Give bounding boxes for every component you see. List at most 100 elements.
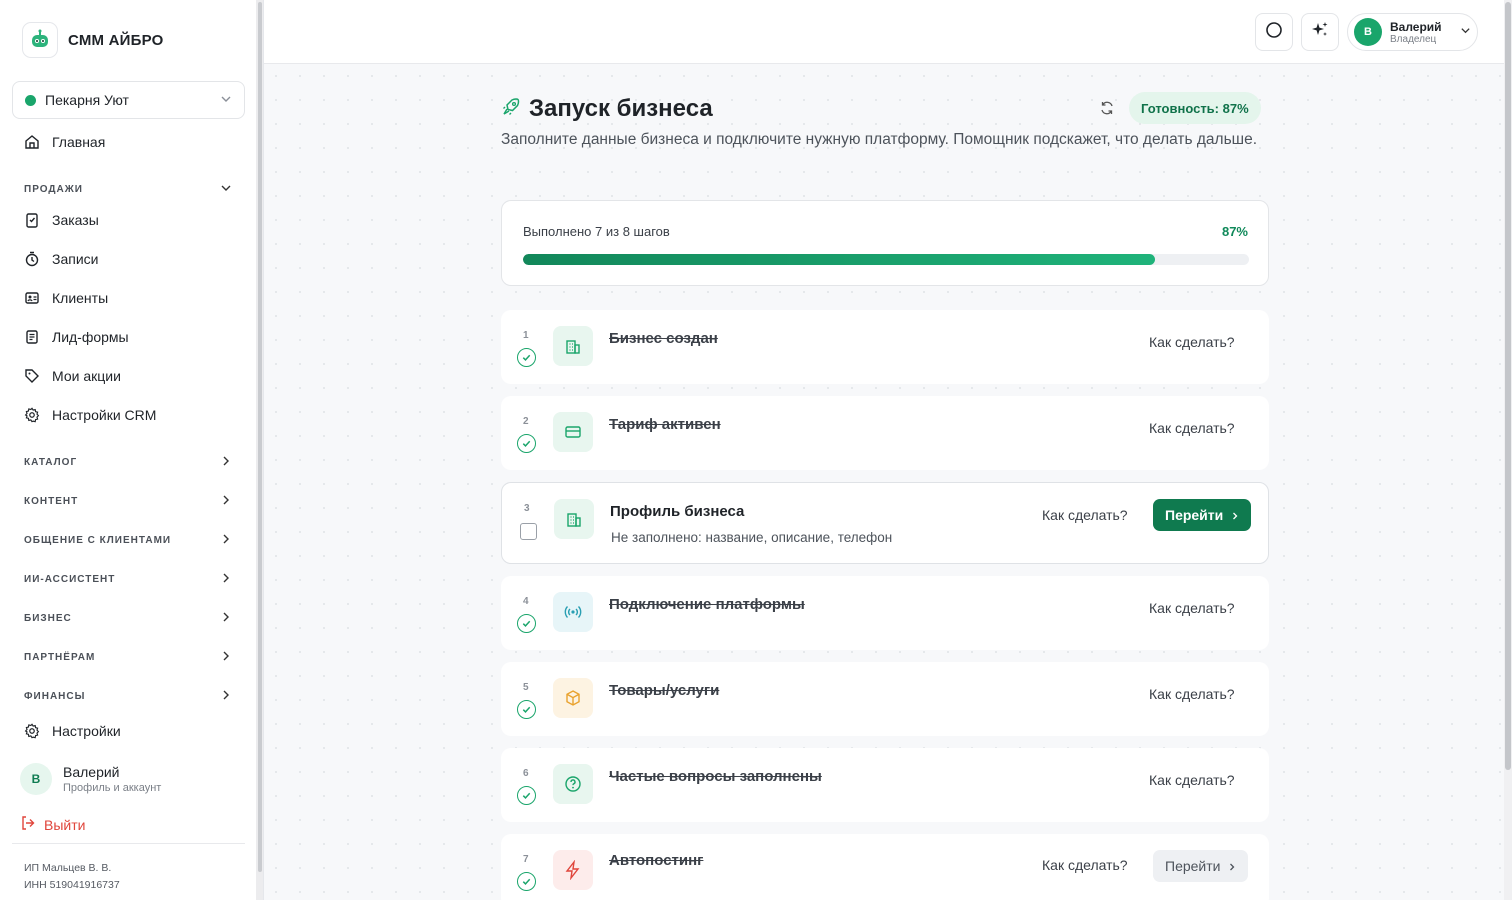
how-to-link[interactable]: Как сделать?	[1149, 686, 1235, 702]
step-checkbox[interactable]	[520, 523, 537, 540]
tag-icon	[24, 368, 40, 384]
logout-button[interactable]: Выйти	[20, 815, 85, 834]
progress-card: Выполнено 7 из 8 шагов 87%	[501, 200, 1269, 286]
go-button[interactable]: Перейти	[1153, 850, 1249, 882]
section-content[interactable]: КОНТЕНТ	[24, 494, 232, 509]
section-catalog[interactable]: КАТАЛОГ	[24, 455, 232, 470]
readiness-badge: Готовность: 87%	[1129, 92, 1261, 124]
nav-promotions[interactable]: Мои акции	[24, 368, 121, 384]
chevron-right-icon	[220, 689, 232, 704]
nav-lead-forms[interactable]: Лид-формы	[24, 329, 129, 345]
section-partners[interactable]: ПАРТНЁРАМ	[24, 650, 232, 665]
user-name: Валерий	[1390, 19, 1442, 34]
refresh-button[interactable]	[1097, 98, 1117, 118]
broadcast-icon	[553, 592, 593, 632]
section-communication[interactable]: ОБЩЕНИЕ С КЛИЕНТАМИ	[24, 533, 232, 548]
progress-percent: 87%	[1221, 224, 1248, 239]
how-to-link[interactable]: Как сделать?	[1042, 857, 1128, 873]
step-title: Частые вопросы заполнены	[609, 768, 822, 785]
section-finance[interactable]: ФИНАНСЫ	[24, 689, 232, 704]
section-label: КАТАЛОГ	[24, 457, 78, 468]
go-button-label: Перейти	[1165, 858, 1221, 874]
go-button-label: Перейти	[1165, 507, 1224, 523]
nav-home[interactable]: Главная	[24, 134, 105, 150]
brand[interactable]: СММ АЙБРО	[22, 22, 163, 58]
nav-promotions-label: Мои акции	[52, 368, 121, 384]
step-title: Автопостинг	[609, 852, 704, 869]
form-icon	[24, 329, 40, 345]
how-to-link[interactable]: Как сделать?	[1042, 507, 1128, 523]
theme-toggle-button[interactable]	[1255, 13, 1293, 51]
user-menu[interactable]: В Валерий Владелец	[1347, 13, 1478, 51]
nav-appointments[interactable]: Записи	[24, 251, 98, 267]
main-content: Запуск бизнеса Готовность: 87% Заполните…	[264, 64, 1504, 900]
user-role: Владелец	[1390, 33, 1437, 45]
how-to-link[interactable]: Как сделать?	[1149, 420, 1235, 436]
sidebar-user-profile[interactable]: В Валерий Профиль и аккаунт	[20, 763, 161, 795]
chevron-right-icon	[220, 650, 232, 665]
check-circle-icon	[517, 872, 536, 891]
check-circle-icon	[517, 348, 536, 367]
how-to-link[interactable]: Как сделать?	[1149, 334, 1235, 350]
main-scrollbar[interactable]	[1504, 0, 1512, 900]
page-header: Запуск бизнеса Готовность: 87%	[501, 92, 1269, 124]
nav-clients[interactable]: Клиенты	[24, 290, 108, 306]
legal-line: ИП Мальцев В. В.	[24, 862, 112, 874]
page-title: Запуск бизнеса	[529, 95, 713, 122]
nav-lead-forms-label: Лид-формы	[52, 329, 129, 345]
section-ai-assistant[interactable]: ИИ-АССИСТЕНТ	[24, 572, 232, 587]
chevron-down-icon	[220, 182, 232, 197]
how-to-link[interactable]: Как сделать?	[1149, 600, 1235, 616]
step-description: Не заполнено: название, описание, телефо…	[611, 530, 893, 545]
scrollbar-thumb[interactable]	[1505, 2, 1511, 770]
legal-info: ИП Мальцев В. В. ИНН 519041916737	[24, 860, 120, 894]
user-subtitle: Профиль и аккаунт	[63, 782, 162, 794]
nav-crm-settings[interactable]: Настройки CRM	[24, 407, 156, 423]
sidebar-scrollbar[interactable]	[256, 0, 264, 900]
chevron-right-icon	[220, 494, 232, 509]
contact-card-icon	[24, 290, 40, 306]
section-sales[interactable]: ПРОДАЖИ	[24, 182, 232, 197]
avatar: В	[20, 763, 52, 795]
building-icon	[553, 326, 593, 366]
step-number: 6	[523, 768, 529, 779]
step-number: 3	[524, 503, 530, 514]
nav-crm-settings-label: Настройки CRM	[52, 407, 157, 423]
step-title: Подключение платформы	[609, 596, 805, 613]
scrollbar-thumb[interactable]	[258, 2, 262, 872]
how-to-link[interactable]: Как сделать?	[1149, 772, 1235, 788]
brand-name: СММ АЙБРО	[68, 31, 164, 49]
question-icon	[553, 764, 593, 804]
gear-icon	[24, 723, 40, 739]
section-business[interactable]: БИЗНЕС	[24, 611, 232, 626]
gear-icon	[24, 407, 40, 423]
section-label: КОНТЕНТ	[24, 496, 79, 507]
step-products-services: 5 Товары/услуги Как сделать?	[501, 662, 1269, 736]
box-icon	[553, 678, 593, 718]
nav-settings-label: Настройки	[52, 723, 121, 739]
chevron-right-icon	[220, 611, 232, 626]
step-number: 7	[523, 854, 529, 865]
check-circle-icon	[517, 786, 536, 805]
step-number: 2	[523, 416, 529, 427]
step-title: Профиль бизнеса	[610, 503, 745, 520]
nav-home-label: Главная	[52, 134, 106, 150]
step-faq-filled: 6 Частые вопросы заполнены Как сделать?	[501, 748, 1269, 822]
clipboard-icon	[24, 212, 40, 228]
sidebar: СММ АЙБРО Пекарня Уют Главная ПРОДАЖИ За…	[0, 0, 256, 900]
section-label: ОБЩЕНИЕ С КЛИЕНТАМИ	[24, 535, 172, 546]
check-circle-icon	[517, 434, 536, 453]
chevron-right-icon	[220, 455, 232, 470]
business-select[interactable]: Пекарня Уют	[12, 81, 245, 119]
ai-sparkle-button[interactable]	[1301, 13, 1339, 51]
timer-icon	[24, 251, 40, 267]
user-name: Валерий	[63, 764, 120, 780]
nav-settings[interactable]: Настройки	[24, 723, 121, 739]
go-button[interactable]: Перейти	[1153, 499, 1252, 531]
step-business-created: 1 Бизнес создан Как сделать?	[501, 310, 1269, 384]
step-platform-connection: 4 Подключение платформы Как сделать?	[501, 576, 1269, 650]
top-header: В Валерий Владелец	[264, 0, 1504, 64]
logout-icon	[20, 815, 36, 834]
step-title: Товары/услуги	[609, 682, 720, 699]
nav-orders[interactable]: Заказы	[24, 212, 99, 228]
